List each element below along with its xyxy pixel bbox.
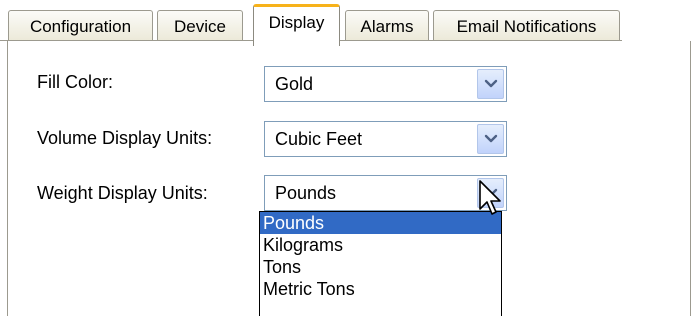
tab-email-notifications[interactable]: Email Notifications — [433, 10, 620, 41]
tab-device[interactable]: Device — [157, 10, 243, 41]
weight-units-dropdown-list[interactable]: Pounds Kilograms Tons Metric Tons — [259, 211, 502, 316]
weight-units-select[interactable]: Pounds — [264, 175, 507, 211]
option-metric-tons[interactable]: Metric Tons — [260, 278, 501, 300]
dialog: Configuration Device Display Alarms Emai… — [0, 0, 695, 316]
chevron-down-icon — [484, 134, 498, 143]
option-kilograms[interactable]: Kilograms — [260, 234, 501, 256]
tab-display[interactable]: Display — [253, 4, 340, 46]
fill-color-value: Gold — [275, 74, 314, 94]
tab-alarms[interactable]: Alarms — [345, 10, 429, 41]
volume-units-dropdown-button[interactable] — [477, 124, 504, 154]
fill-color-label: Fill Color: — [37, 72, 114, 92]
volume-units-select[interactable]: Cubic Feet — [264, 121, 507, 157]
chevron-down-icon — [484, 79, 498, 88]
tab-configuration[interactable]: Configuration — [8, 10, 153, 41]
fill-color-select[interactable]: Gold — [264, 66, 507, 102]
option-pounds[interactable]: Pounds — [260, 212, 501, 234]
weight-units-value: Pounds — [275, 183, 337, 203]
mouse-pointer-icon — [479, 180, 501, 215]
option-tons[interactable]: Tons — [260, 256, 501, 278]
weight-units-label: Weight Display Units: — [37, 183, 208, 203]
volume-units-label: Volume Display Units: — [37, 128, 213, 148]
fill-color-dropdown-button[interactable] — [477, 69, 504, 99]
tab-strip: Configuration Device Display Alarms Emai… — [0, 0, 695, 47]
volume-units-value: Cubic Feet — [275, 129, 363, 149]
